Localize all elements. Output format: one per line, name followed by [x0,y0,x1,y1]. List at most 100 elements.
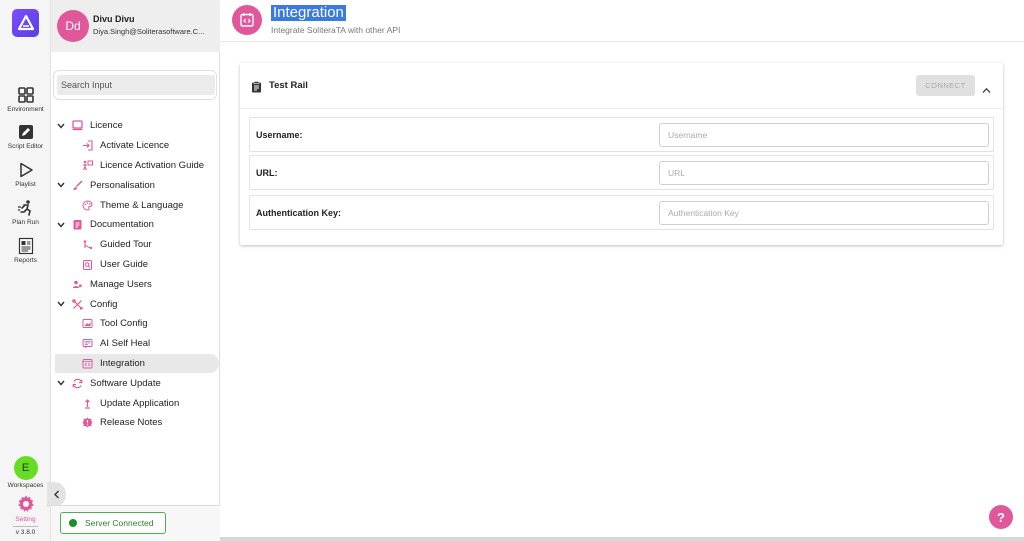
avatar: Dd [57,10,89,42]
status-label: Server Connected [85,518,154,528]
card-title: Test Rail [269,80,308,91]
nav-item-personalisation[interactable]: Personalisation [51,175,220,195]
chevron-left-icon [54,490,59,499]
status-dot-icon [69,519,77,527]
document-icon [72,219,83,230]
integration-card: Test Rail CONNECT Username: URL: Authent… [240,63,1003,245]
connect-button[interactable]: CONNECT [916,75,975,96]
main-content: Integration Integrate SoliteraTA with ot… [220,0,1024,541]
nav-label: Personalisation [90,179,155,191]
card-header[interactable]: Test Rail CONNECT [240,63,1003,109]
profile-email: Diya.Singh@Soliterasoftware.C... [93,27,205,36]
pencil-icon [18,125,33,139]
runner-icon [17,200,31,216]
search-input[interactable] [57,75,215,95]
users-icon [72,279,83,290]
nav-item-update-application[interactable]: Update Application [51,393,220,413]
nav-item-theme-language[interactable]: Theme & Language [51,195,220,215]
authentication-key-row: Authentication Key: [249,195,994,230]
nav-item-tool-config[interactable]: Tool Config [51,314,220,334]
rail-label: Workspaces [7,482,44,489]
nav-label: Config [90,298,118,310]
nav-item-ai-self-heal[interactable]: AI Self Heal [51,334,220,354]
divider [13,526,38,527]
url-row: URL: [249,155,994,190]
nav-item-software-update[interactable]: Software Update [51,373,220,393]
rail-environment[interactable]: Environment [0,86,51,113]
page-header: Integration Integrate SoliteraTA with ot… [220,0,1024,42]
nav-item-licence[interactable]: Licence [51,116,220,136]
nav-label: Activate Licence [100,140,170,152]
nav-label: Licence [90,120,123,132]
chevron-down-icon[interactable] [57,181,65,189]
chevron-down-icon[interactable] [57,379,65,387]
tour-icon [82,239,93,250]
app-logo-icon[interactable] [12,9,39,37]
guide-icon [82,160,93,171]
tool-config-icon [82,318,93,329]
login-icon [82,140,93,151]
help-button[interactable]: ? [989,505,1013,529]
sidebar: Dd Divu Divu Diya.Singh@Soliterasoftware… [51,0,220,541]
nav-label: Manage Users [90,278,152,290]
nav-label: Guided Tour [100,239,152,251]
nav-label: Update Application [100,397,180,409]
workspace-avatar: E [13,456,38,480]
integration-icon [232,5,262,35]
nav-label: Software Update [90,377,161,389]
authentication-key-field[interactable] [659,201,989,225]
rail-setting[interactable]: Setting [0,494,51,523]
field-label: Username: [256,130,303,140]
tools-icon [72,298,83,310]
sync-icon [72,378,83,389]
nav-label: Release Notes [100,417,163,429]
rail-label: Playlist [15,181,36,188]
rail-playlist[interactable]: Playlist [0,161,51,188]
nav-item-config[interactable]: Config [51,294,220,314]
horizontal-scrollbar[interactable] [220,537,1024,541]
rail-reports[interactable]: Reports [0,237,51,264]
status-bar: Server Connected [51,505,220,541]
nav-item-user-guide[interactable]: User Guide [51,255,220,275]
chevron-down-icon[interactable] [57,122,65,130]
report-icon [18,237,33,255]
url-field[interactable] [659,161,989,185]
rail-script-editor[interactable]: Script Editor [0,123,51,150]
rail-label: Setting [15,516,36,523]
app-window: Environment Script Editor Playlist Plan … [0,0,1024,541]
username-row: Username: [249,117,994,152]
nav-item-release-notes[interactable]: Release Notes [51,413,220,433]
nav-label: Tool Config [100,318,148,330]
palette-icon [82,200,93,211]
page-subtitle: Integrate SoliteraTA with other API [271,25,401,35]
nav-item-licence-activation-guide[interactable]: Licence Activation Guide [51,156,220,176]
nav-item-manage-users[interactable]: Manage Users [51,274,220,294]
grid-icon [17,87,34,103]
username-field[interactable] [659,123,989,147]
profile-card[interactable]: Dd Divu Divu Diya.Singh@Soliterasoftware… [51,0,220,52]
search-box [53,70,217,100]
left-rail: Environment Script Editor Playlist Plan … [0,0,51,541]
nav-label: Integration [100,357,145,369]
profile-name: Divu Divu [93,14,135,24]
nav-label: Documentation [90,219,154,231]
chevron-up-icon[interactable] [982,81,991,99]
gear-icon [17,495,34,512]
rail-label: Reports [14,257,37,264]
page-title: Integration [271,4,346,21]
release-notes-icon [82,417,93,428]
nav-item-integration[interactable]: Integration [55,353,219,374]
laptop-icon [72,120,83,131]
nav-label: Licence Activation Guide [100,159,205,171]
brush-icon [72,180,83,191]
nav-item-activate-licence[interactable]: Activate Licence [51,136,220,156]
integration-icon [82,358,93,369]
rail-workspaces[interactable]: E Workspaces [0,456,51,489]
user-guide-icon [82,259,93,270]
rail-label: Plan Run [12,219,39,226]
chevron-down-icon[interactable] [57,221,65,229]
nav-item-guided-tour[interactable]: Guided Tour [51,235,220,255]
rail-plan-run[interactable]: Plan Run [0,199,51,226]
nav-item-documentation[interactable]: Documentation [51,215,220,235]
chevron-down-icon[interactable] [57,300,65,308]
